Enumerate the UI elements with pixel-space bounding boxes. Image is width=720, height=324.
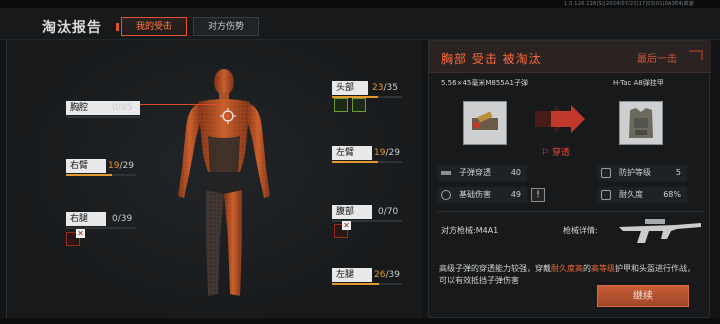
left-arm-health: 19/29 <box>374 148 400 158</box>
report-header: 淘汰报告 我的受击 对方伤势 <box>0 8 720 40</box>
info-icon[interactable]: ! <box>531 188 545 202</box>
enemy-weapon-name: M4A1 <box>475 226 499 235</box>
armor-class-icon <box>601 168 611 178</box>
abdomen-label: 腹部 <box>332 205 372 219</box>
tip-highlight: 高等级 <box>591 264 615 273</box>
left-leg-label: 左腿 <box>332 268 372 282</box>
chest-health: 0/85 <box>112 103 133 113</box>
ammo-item-icon[interactable] <box>463 101 507 145</box>
kill-headline-bar: 胸部 受击 被淘汰 最后一击 <box>429 41 711 73</box>
right-leg-health: 0/39 <box>112 214 133 224</box>
last-hit-label: 最后一击 <box>637 54 677 65</box>
left-arm-max: 29 <box>388 148 400 158</box>
ammo-stat-row: 子弹穿透 40 <box>437 165 527 181</box>
chest-current: 0 <box>112 103 118 113</box>
rifle-icon[interactable] <box>615 209 705 249</box>
right-leg-current: 0 <box>112 214 118 224</box>
tab-my-hits[interactable]: 我的受击 <box>116 17 187 36</box>
armor-item-icon[interactable] <box>619 101 663 145</box>
tip-text-part: 高级子弹的穿透能力较强，穿戴 <box>439 264 551 273</box>
top-strip: 1.0.126.126(S)|2024/07/21|17|03|01|0A3E4… <box>0 0 720 8</box>
right-leg-label: 右腿 <box>66 212 106 226</box>
head-current: 23 <box>372 83 384 93</box>
bleeding-status-icon <box>334 98 348 112</box>
weapon-detail-label: 枪械详情: <box>563 226 598 235</box>
left-arm-label: 左臂 <box>332 146 372 160</box>
left-leg-health: 26/39 <box>374 270 400 280</box>
enemy-weapon-label: 对方枪械: <box>441 226 476 235</box>
right-arm-label: 右臂 <box>66 159 106 173</box>
armor-vest-icon <box>629 108 653 138</box>
abdomen-current: 0 <box>378 207 384 217</box>
body-model <box>178 69 270 296</box>
stat-label: 防护等级 <box>619 168 651 177</box>
penetrate-icon: ⚐ <box>541 148 550 158</box>
durability-icon <box>601 190 611 200</box>
penetrate-result: ⚐ 穿透 <box>541 145 570 158</box>
stat-value: 68% <box>663 190 681 199</box>
kill-detail-panel: 胸部 受击 被淘汰 最后一击 5.56×45毫米M855A1子弹 H-Tac A… <box>428 40 711 318</box>
right-arm-health: 19/29 <box>108 161 134 171</box>
tip-text: 高级子弹的穿透能力较强，穿戴耐久度高的高等级护甲和头盔进行作战，可以有效抵挡子弹… <box>439 263 701 287</box>
left-leg-bar <box>332 283 402 285</box>
stat-value: 40 <box>510 168 521 177</box>
left-arm-bar <box>332 161 402 163</box>
chest-connector <box>140 104 224 105</box>
tip-text-part: 的 <box>583 264 591 273</box>
penetrate-arrow-icon <box>535 105 585 133</box>
stat-label: 耐久度 <box>619 190 643 199</box>
broken-x-icon: ✕ <box>76 229 85 238</box>
left-leg-current: 26 <box>374 270 386 280</box>
stat-value: 5 <box>675 168 681 177</box>
armor-name: H-Tac A8弹挂甲 <box>613 79 664 87</box>
armor-stat-row: 耐久度 68% <box>597 187 687 203</box>
left-arm-current: 19 <box>374 148 386 158</box>
bullet-icon <box>441 171 451 175</box>
enemy-weapon: 对方枪械:M4A1 <box>441 225 498 236</box>
stat-label: 基础伤害 <box>459 190 491 199</box>
right-leg-max: 39 <box>120 214 133 224</box>
tab-enemy-injuries[interactable]: 对方伤势 <box>193 17 259 36</box>
footer-strip <box>0 318 720 324</box>
head-max: 35 <box>386 83 398 93</box>
continue-button[interactable]: 继续 <box>597 285 689 307</box>
page-title: 淘汰报告 <box>42 20 102 36</box>
head-health: 23/35 <box>372 83 398 93</box>
stat-value: 49 <box>510 190 521 199</box>
head-label: 头部 <box>332 81 368 95</box>
pain-status-icon <box>352 98 366 112</box>
tip-highlight: 耐久度高 <box>551 264 583 273</box>
ammo-name: 5.56×45毫米M855A1子弹 <box>441 79 529 87</box>
stat-label: 子弹穿透 <box>459 168 491 177</box>
ammo-stat-row: 基础伤害 49 <box>437 187 527 203</box>
right-arm-current: 19 <box>108 161 120 171</box>
armor-stat-row: 防护等级 5 <box>597 165 687 181</box>
abdomen-max: 70 <box>386 207 399 217</box>
abdomen-health: 0/70 <box>378 207 399 217</box>
kill-headline: 胸部 受击 被淘汰 <box>441 52 542 66</box>
right-arm-max: 29 <box>122 161 134 171</box>
crosshair-icon <box>441 190 451 200</box>
chest-bar <box>66 116 140 118</box>
right-arm-bar <box>66 174 136 176</box>
chest-max: 85 <box>120 103 133 113</box>
left-leg-max: 39 <box>388 270 400 280</box>
build-info: 1.0.126.126(S)|2024/07/21|17|03|01|0A3E4… <box>563 1 694 7</box>
broken-x-icon: ✕ <box>342 221 351 230</box>
bullet-box-icon <box>472 111 498 130</box>
penetrate-result-text: 穿透 <box>551 148 570 158</box>
corner-deco <box>689 50 703 60</box>
